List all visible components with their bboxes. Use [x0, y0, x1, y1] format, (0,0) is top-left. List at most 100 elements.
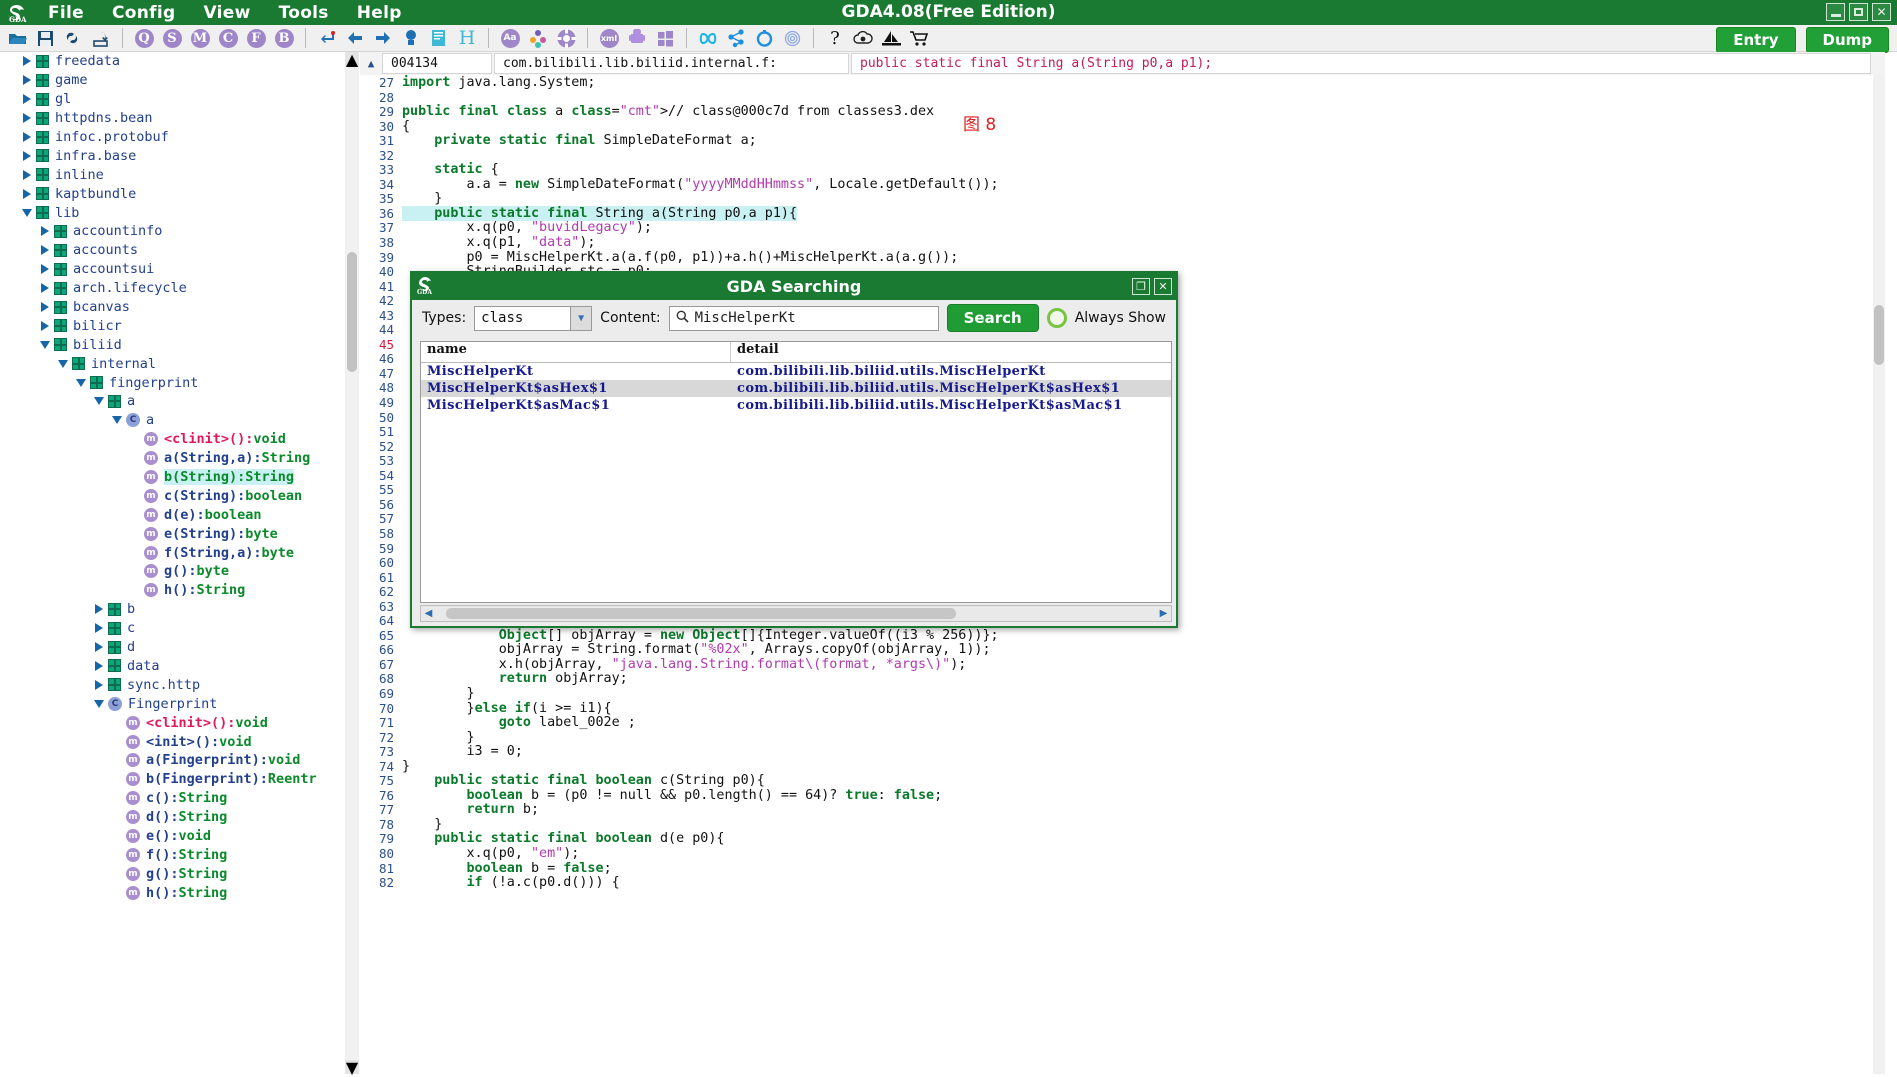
open-folder-icon[interactable]: [4, 26, 30, 50]
tree-method-item[interactable]: m f(String,a):byte: [0, 543, 348, 562]
tree-method-item[interactable]: m <init>():void: [0, 732, 348, 751]
code-line[interactable]: 77 return b;: [360, 802, 1885, 817]
collapse-arrow-icon[interactable]: [108, 416, 126, 425]
code-line[interactable]: 71 goto label_002e ;: [360, 715, 1885, 730]
tree-package-item[interactable]: infra.base: [0, 146, 348, 165]
code-line[interactable]: 27 import java.lang.System;: [360, 75, 1885, 90]
infinity-icon[interactable]: [695, 26, 721, 50]
menu-item-config[interactable]: Config: [98, 3, 189, 23]
tree-class-item[interactable]: C Fingerprint: [0, 694, 348, 713]
minimize-icon[interactable]: [1826, 3, 1845, 21]
menu-item-view[interactable]: View: [189, 3, 264, 23]
code-vertical-scrollbar[interactable]: [1873, 75, 1885, 1074]
tree-method-item[interactable]: m d():String: [0, 808, 348, 827]
tree-method-item[interactable]: m e(String):byte: [0, 524, 348, 543]
search-results-table[interactable]: name detail MiscHelperKt com.bilibili.lib…: [420, 341, 1172, 603]
menu-item-file[interactable]: File: [34, 3, 98, 23]
collapse-arrow-icon[interactable]: [90, 699, 108, 708]
maximize-icon[interactable]: [1849, 3, 1868, 21]
dependency-icon[interactable]: [723, 26, 749, 50]
tree-package-item[interactable]: arch.lifecycle: [0, 279, 348, 298]
android-icon[interactable]: [624, 26, 650, 50]
tree-package-item[interactable]: accounts: [0, 241, 348, 260]
tree-package-item[interactable]: b: [0, 600, 348, 619]
table-row[interactable]: MiscHelperKt$asMac$1 com.bilibili.lib.bil…: [421, 397, 1171, 414]
tree-method-item[interactable]: m c():String: [0, 789, 348, 808]
dump-button[interactable]: Dump: [1805, 27, 1889, 53]
expand-arrow-icon[interactable]: [36, 226, 54, 237]
forward-arrow-icon[interactable]: [370, 26, 396, 50]
table-row[interactable]: MiscHelperKt$asHex$1 com.bilibili.lib.bil…: [421, 380, 1171, 397]
collapse-arrow-icon[interactable]: [36, 340, 54, 349]
help-question-icon[interactable]: ?: [822, 26, 848, 50]
tree-package-item[interactable]: bilicr: [0, 316, 348, 335]
project-tree[interactable]: freedata game gl httpdns.bean infoc.protobuf…: [0, 52, 348, 1074]
code-line[interactable]: 29 public final class a class="cmt">// cl…: [360, 104, 1885, 119]
tree-package-item[interactable]: game: [0, 71, 348, 90]
code-line[interactable]: 30 {: [360, 119, 1885, 134]
code-scroll-thumb[interactable]: [1874, 305, 1884, 365]
code-line[interactable]: 66 objArray = String.format("%02x", Arra…: [360, 642, 1885, 657]
code-line[interactable]: 75 public static final boolean c(String …: [360, 773, 1885, 788]
code-line[interactable]: 69 }: [360, 686, 1885, 701]
scroll-up-icon[interactable]: ▲: [345, 50, 359, 69]
close-icon[interactable]: ✕: [1154, 278, 1172, 295]
code-line[interactable]: 31 private static final SimpleDateFormat…: [360, 133, 1885, 148]
method-m-icon[interactable]: M: [187, 26, 213, 50]
expand-arrow-icon[interactable]: [18, 56, 36, 67]
column-header-name[interactable]: name: [421, 342, 731, 362]
code-line[interactable]: 35 }: [360, 191, 1885, 206]
sidebar-scroll-thumb[interactable]: [347, 252, 357, 372]
string-s-icon[interactable]: S: [159, 26, 185, 50]
bulb-icon[interactable]: [398, 26, 424, 50]
code-line[interactable]: 38 x.q(p1, "data");: [360, 235, 1885, 250]
close-icon[interactable]: ✕: [1872, 3, 1891, 21]
dialog-horizontal-scrollbar[interactable]: ◀ ▶: [420, 605, 1172, 622]
code-line[interactable]: 67 x.h(objArray, "java.lang.String.forma…: [360, 657, 1885, 672]
expand-arrow-icon[interactable]: [18, 132, 36, 142]
code-line[interactable]: 79 public static final boolean d(e p0){: [360, 831, 1885, 846]
expand-arrow-icon[interactable]: [18, 113, 36, 124]
search-input[interactable]: MiscHelperKt: [668, 305, 939, 331]
entry-button[interactable]: Entry: [1716, 27, 1796, 53]
expand-arrow-icon[interactable]: [36, 302, 54, 313]
expand-arrow-icon[interactable]: [18, 75, 36, 86]
table-row[interactable]: MiscHelperKt com.bilibili.lib.biliid.util…: [421, 363, 1171, 380]
tree-method-item[interactable]: m c(String):boolean: [0, 486, 348, 505]
restore-icon[interactable]: ❐: [1132, 278, 1150, 295]
expand-arrow-icon[interactable]: [90, 623, 108, 634]
collapse-arrow-icon[interactable]: [54, 359, 72, 368]
toggle-on-icon[interactable]: [1046, 308, 1067, 328]
scroll-right-icon[interactable]: ▶: [1156, 608, 1171, 619]
tree-package-item[interactable]: internal: [0, 354, 348, 373]
settings-gear-icon[interactable]: [553, 26, 579, 50]
menu-item-tools[interactable]: Tools: [265, 3, 343, 23]
search-button[interactable]: Search: [946, 304, 1039, 332]
tree-package-item[interactable]: kaptbundle: [0, 184, 348, 203]
expand-arrow-icon[interactable]: [36, 264, 54, 275]
tree-method-item[interactable]: m b(String):String: [0, 468, 348, 487]
hex-h-icon[interactable]: H: [454, 26, 480, 50]
tree-package-item[interactable]: gl: [0, 90, 348, 109]
document-search-icon[interactable]: [426, 26, 452, 50]
code-line[interactable]: 73 i3 = 0;: [360, 744, 1885, 759]
enter-icon[interactable]: [314, 26, 340, 50]
expand-arrow-icon[interactable]: [90, 679, 108, 690]
tree-package-item[interactable]: sync.http: [0, 675, 348, 694]
expand-arrow-icon[interactable]: [18, 169, 36, 180]
expand-arrow-icon[interactable]: [90, 642, 108, 653]
ring-icon[interactable]: [751, 26, 777, 50]
expand-arrow-icon[interactable]: [36, 283, 54, 294]
tree-method-item[interactable]: m f():String: [0, 845, 348, 864]
sidebar-scrollbar[interactable]: ▲ ▼: [345, 50, 359, 1077]
graph-icon[interactable]: [525, 26, 551, 50]
code-line[interactable]: 80 x.q(p0, "em");: [360, 846, 1885, 861]
tree-package-item[interactable]: biliid: [0, 335, 348, 354]
windows-icon[interactable]: [652, 26, 678, 50]
scroll-down-icon[interactable]: ▼: [345, 1058, 359, 1077]
code-line[interactable]: 72 }: [360, 730, 1885, 745]
scroll-up-icon[interactable]: ▲: [360, 57, 382, 70]
fingerprint-icon[interactable]: [779, 26, 805, 50]
code-line[interactable]: 36 public static final String a(String p…: [360, 205, 1885, 221]
code-line[interactable]: 74}: [360, 759, 1885, 774]
